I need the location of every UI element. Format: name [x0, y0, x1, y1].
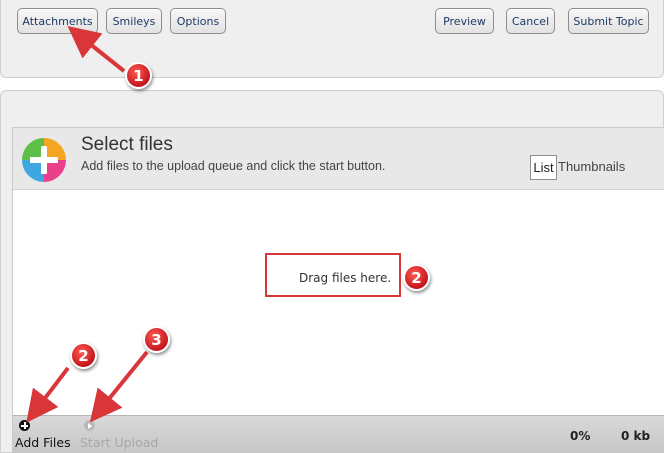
plus-circle-icon[interactable]: [19, 420, 30, 431]
add-files-button[interactable]: Add Files: [15, 435, 71, 450]
uploader-subtitle: Add files to the upload queue and click …: [81, 159, 386, 173]
uploader-footer: Add Files Start Upload 0% 0 kb: [13, 415, 664, 453]
annotation-badge-2-add: 2: [70, 342, 97, 369]
colorful-plus-icon: [21, 137, 67, 183]
uploader-title: Select files: [81, 134, 173, 155]
toolbar-panel: Attachments Smileys Options Preview Canc…: [0, 0, 664, 78]
submit-topic-button[interactable]: Submit Topic: [568, 8, 649, 34]
annotation-badge-2-drop: 2: [403, 264, 430, 291]
attachments-button[interactable]: Attachments: [17, 8, 98, 34]
uploader-header: Select files Add files to the upload que…: [13, 128, 664, 190]
drop-zone-highlight: [265, 253, 401, 297]
upload-size: 0 kb: [621, 429, 651, 443]
cancel-button[interactable]: Cancel: [506, 8, 555, 34]
arrow-circle-icon: [84, 420, 95, 431]
view-thumbnails-toggle[interactable]: Thumbnails: [558, 159, 625, 174]
smileys-button[interactable]: Smileys: [106, 8, 162, 34]
screen: Attachments Smileys Options Preview Canc…: [0, 0, 664, 453]
options-button[interactable]: Options: [170, 8, 226, 34]
annotation-badge-3: 3: [143, 326, 170, 353]
annotation-badge-1: 1: [125, 62, 152, 89]
view-list-toggle[interactable]: List: [530, 155, 557, 180]
start-upload-button[interactable]: Start Upload: [80, 435, 158, 450]
preview-button[interactable]: Preview: [435, 8, 494, 34]
upload-percent: 0%: [570, 429, 591, 443]
